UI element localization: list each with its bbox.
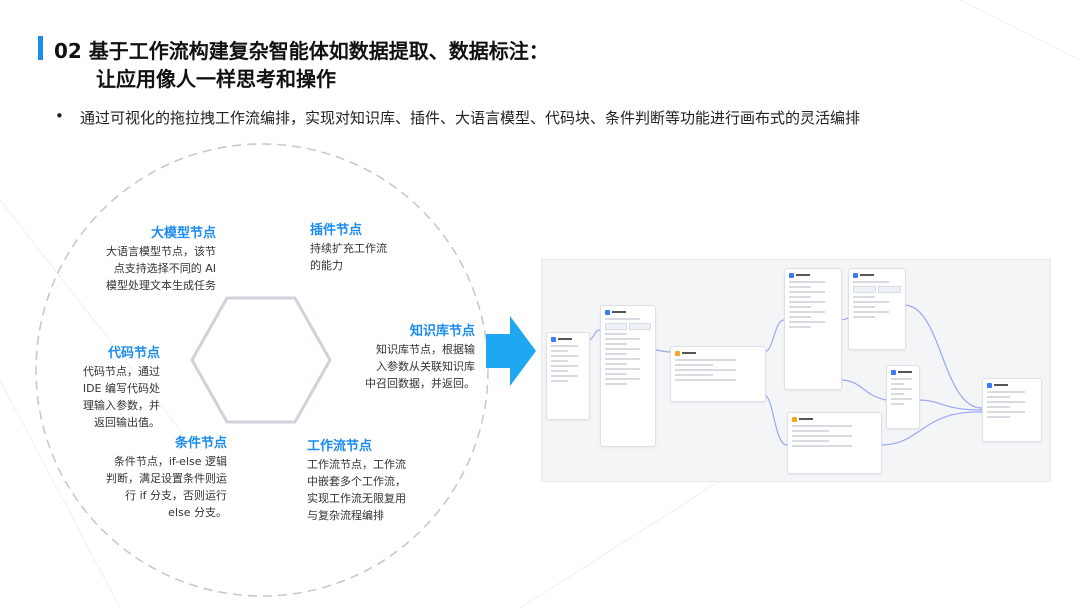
workflow-canvas-screenshot [541,259,1051,482]
workflow-node-card [886,365,920,429]
page-title-line1: 02 基于工作流构建复杂智能体如数据提取、数据标注： [54,39,549,63]
plugin-node-line: 的能力 [310,259,343,272]
title-accent-bar [38,36,43,60]
plugin-node: 插件节点 持续扩充工作流 的能力 [310,222,420,274]
arrow-right-icon [486,316,536,386]
condition-node-line: 行 if 分支，否则运行 [125,489,227,502]
end-node-card [982,378,1042,442]
condition-node: 条件节点 条件节点，if-else 逻辑 判断，满足设置条件则运 行 if 分支… [95,435,227,521]
knowledge-node-line: 知识库节点，根据输 [376,343,475,356]
condition-node-line: 条件节点，if-else 逻辑 [113,455,227,468]
knowledge-node: 知识库节点 知识库节点，根据输 入参数从关联知识库 中召回数据，并返回。 [355,323,475,392]
knowledge-node-card [784,268,842,390]
workflow-node-line: 中嵌套多个工作流， [307,475,406,488]
page-title-line2: 让应用像人一样思考和操作 [96,67,336,91]
code-node: 代码节点 代码节点，通过 IDE 编写代码处 理输入参数，并 返回输出值。 [70,345,160,431]
llm-node-line: 大语言模型节点，该节 [106,245,216,258]
code-node-title: 代码节点 [107,346,160,361]
condition-node-title: 条件节点 [174,436,227,451]
knowledge-node-title: 知识库节点 [409,324,475,339]
knowledge-node-line: 中召回数据，并返回。 [365,377,475,390]
plugin-node-title: 插件节点 [310,223,363,238]
condition-node-line: 判断，满足设置条件则运 [106,472,227,485]
code-node-line: 代码节点，通过 [83,365,160,378]
start-node-card [546,332,590,420]
condition-node-card [787,412,882,474]
llm-node: 大模型节点 大语言模型节点，该节 点支持选择不同的 AI 模型处理文本生成任务 [88,225,216,294]
code-node-card [670,346,766,402]
bullet-marker: • [55,107,64,125]
llm-node-card [600,305,656,447]
llm-node-line: 点支持选择不同的 AI [113,262,216,275]
llm-node-title: 大模型节点 [150,226,216,241]
code-node-line: 返回输出值。 [94,416,160,429]
plugin-node-line: 持续扩充工作流 [310,242,387,255]
workflow-node-line: 工作流节点，工作流 [307,458,406,471]
code-node-line: IDE 编写代码处 [82,382,160,395]
bullet-text: 通过可视化的拖拉拽工作流编排，实现对知识库、插件、大语言模型、代码块、条件判断等… [80,109,861,127]
llm-node-line: 模型处理文本生成任务 [106,279,216,292]
workflow-node-title: 工作流节点 [307,439,373,454]
hexagon-icon [190,296,332,424]
workflow-node: 工作流节点 工作流节点，工作流 中嵌套多个工作流， 实现工作流无限复用 与复杂流… [307,438,427,524]
code-node-line: 理输入参数，并 [83,399,160,412]
plugin-node-card [848,268,906,350]
workflow-node-line: 实现工作流无限复用 [307,492,406,505]
workflow-node-line: 与复杂流程编排 [307,509,384,522]
knowledge-node-line: 入参数从关联知识库 [376,360,475,373]
condition-node-line: else 分支。 [168,506,227,519]
